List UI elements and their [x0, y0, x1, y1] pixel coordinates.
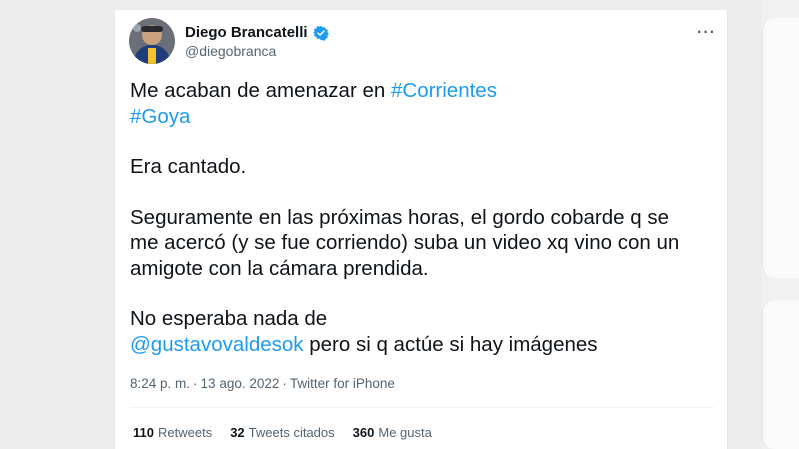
tweet-metadata: 8:24 p. m. · 13 ago. 2022 · Twitter for iPho…: [130, 376, 395, 391]
tweet-paragraph-1: Me acaban de amenazar en #Corrientes #Go…: [130, 78, 720, 129]
retweets-stat[interactable]: 110 Retweets: [133, 425, 212, 440]
mention-gustavovaldesok[interactable]: @gustavovaldesok: [130, 333, 304, 356]
side-card-top: [762, 18, 799, 278]
tweet-paragraph-2: Era cantado.: [130, 155, 247, 178]
tweet-text-line: amigote con la cámara prendida.: [130, 256, 429, 280]
author-name[interactable]: Diego Brancatelli: [185, 24, 308, 41]
more-options-icon[interactable]: ···: [697, 24, 716, 42]
tweet-source[interactable]: Twitter for iPhone: [290, 376, 395, 391]
retweets-label: Retweets: [157, 425, 213, 440]
tweet-time[interactable]: 8:24 p. m.: [130, 376, 190, 391]
tweet-text-segment: pero si q actúe si hay imágenes: [303, 332, 598, 356]
quotes-count: 32: [230, 425, 245, 440]
likes-label: Me gusta: [378, 425, 432, 440]
quotes-label: Tweets citados: [248, 425, 335, 440]
retweets-count: 110: [133, 425, 154, 440]
tweet-text-line: No esperaba nada de: [130, 307, 328, 330]
author-handle[interactable]: @diegobranca: [185, 43, 276, 59]
tweet-date[interactable]: 13 ago. 2022: [201, 376, 280, 391]
tweet-text-line: Seguramente en las próximas horas, el go…: [130, 205, 670, 229]
tweet-card: Diego Brancatelli @diegobranca ··· Me ac…: [114, 10, 728, 449]
tweet-paragraph-4: No esperaba nada de @gustavovaldesok per…: [130, 306, 720, 357]
meta-separator: ·: [193, 376, 198, 391]
tweet-body: Me acaban de amenazar en #Corrientes #Go…: [130, 78, 720, 357]
engagement-stats: 110 Retweets 32 Tweets citados 360 Me gusta: [133, 425, 432, 440]
screen: Diego Brancatelli @diegobranca ··· Me ac…: [0, 0, 799, 449]
author-avatar[interactable]: [129, 18, 175, 64]
side-panel: [762, 0, 799, 449]
quote-tweets-stat[interactable]: 32 Tweets citados: [230, 425, 334, 440]
hashtag-goya[interactable]: #Goya: [130, 105, 190, 128]
hashtag-corrientes[interactable]: #Corrientes: [391, 79, 497, 102]
likes-count: 360: [352, 425, 375, 440]
likes-stat[interactable]: 360 Me gusta: [353, 425, 432, 440]
meta-separator: ·: [282, 376, 287, 391]
tweet-text-line: me acercó (y se fue corriendo) suba un v…: [130, 231, 680, 254]
divider: [130, 407, 714, 408]
verified-badge-icon: [312, 25, 329, 41]
side-card-bottom: [762, 300, 799, 449]
author-name-row[interactable]: Diego Brancatelli: [185, 24, 329, 41]
tweet-text-segment: Me acaban de amenazar en: [130, 79, 391, 102]
tweet-paragraph-3: Seguramente en las próximas horas, el go…: [130, 205, 720, 282]
